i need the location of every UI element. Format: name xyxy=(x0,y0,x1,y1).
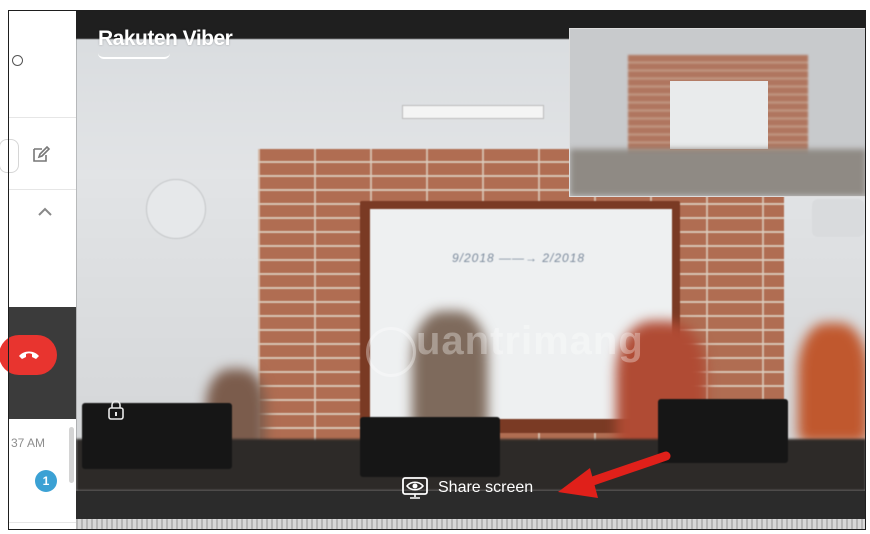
call-timestamp: 37 AM xyxy=(11,436,46,450)
watermark-text: uantrimang xyxy=(416,319,644,363)
eye-screen-icon xyxy=(402,477,428,499)
pip-whiteboard xyxy=(670,81,768,149)
laptop xyxy=(360,417,500,477)
unread-badge: 1 xyxy=(35,470,57,492)
sidebar-divider xyxy=(9,522,76,523)
blurred-person xyxy=(798,323,866,443)
sidebar-divider xyxy=(9,189,76,190)
chevron-up-icon[interactable] xyxy=(37,206,53,218)
lock-icon[interactable] xyxy=(106,399,126,421)
sidebar-cropped-icon xyxy=(12,55,23,66)
wall-unit xyxy=(812,199,864,237)
end-call-button[interactable] xyxy=(0,335,57,375)
annotation-arrow-icon xyxy=(558,451,671,498)
laptop xyxy=(658,399,788,463)
video-call-area: 9/2018 ——→ 2/2018 Rakuten Viber uantrima… xyxy=(76,11,866,519)
wall-fan xyxy=(146,179,206,239)
laptop xyxy=(82,403,232,469)
search-field-edge[interactable] xyxy=(0,139,19,173)
viber-logo: Rakuten Viber xyxy=(98,27,233,50)
sidebar-scrollbar[interactable] xyxy=(69,427,74,483)
share-screen-label: Share screen xyxy=(438,479,534,496)
compose-icon[interactable] xyxy=(31,145,51,165)
watermark-logo-icon xyxy=(366,327,416,377)
pip-people xyxy=(570,149,866,196)
ceiling-lamp xyxy=(402,105,544,119)
phone-hangup-icon xyxy=(19,351,39,359)
whiteboard-scribble: 9/2018 ——→ 2/2018 xyxy=(452,251,586,265)
bottom-strip xyxy=(76,519,866,529)
chat-sidebar: 37 AM 1 xyxy=(0,11,77,529)
share-screen-button[interactable]: Share screen xyxy=(402,473,533,503)
logo-swoosh xyxy=(98,53,170,59)
active-call-row[interactable] xyxy=(0,307,76,419)
self-view-pip[interactable] xyxy=(569,28,866,197)
sidebar-divider xyxy=(9,117,76,118)
